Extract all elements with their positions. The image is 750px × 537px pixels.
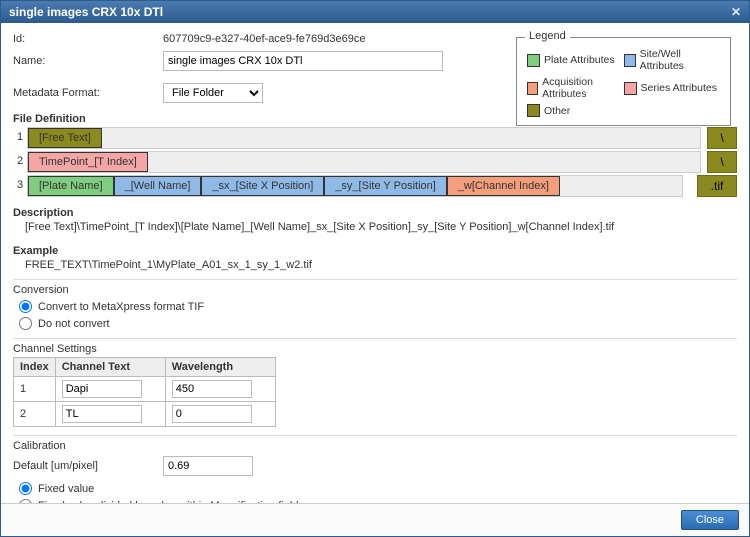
example-text: FREE_TEXT\TimePoint_1\MyPlate_A01_sx_1_s…	[25, 259, 737, 271]
wavelength-input[interactable]	[172, 380, 252, 398]
table-row: 2	[14, 402, 276, 427]
dialog-title: single images CRX 10x DTl	[9, 5, 163, 19]
name-input[interactable]	[163, 51, 443, 71]
legend-other: Other	[527, 104, 624, 117]
id-label: Id:	[13, 33, 163, 45]
legend-box: Legend Plate Attributes Site/Well Attrib…	[516, 37, 731, 126]
calibration-radio-fixed[interactable]	[19, 482, 32, 495]
default-um-pixel-label: Default [um/pixel]	[13, 460, 163, 472]
dialog-window: single images CRX 10x DTl ✕ Legend Plate…	[0, 0, 750, 537]
default-um-pixel-input[interactable]	[163, 456, 253, 476]
channel-settings-section: Channel Settings Index Channel Text Wave…	[13, 338, 737, 427]
channel-table: Index Channel Text Wavelength 1 2	[13, 357, 276, 427]
metadata-format-select[interactable]: File Folder	[163, 83, 263, 103]
token-timepoint[interactable]: TimePoint_[T Index]	[28, 152, 148, 172]
description-text: [Free Text]\TimePoint_[T Index]\[Plate N…	[25, 221, 737, 233]
token-track: [Free Text]	[27, 127, 701, 149]
content-area: Legend Plate Attributes Site/Well Attrib…	[1, 23, 749, 503]
token-site-y[interactable]: _sy_[Site Y Position]	[324, 176, 447, 196]
token-channel-index[interactable]: _w[Channel Index]	[447, 176, 560, 196]
conversion-section: Conversion Convert to MetaXpress format …	[13, 279, 737, 330]
file-def-row-2: 2 TimePoint_[T Index] \	[13, 151, 737, 173]
token-track: [Plate Name] _[Well Name] _sx_[Site X Po…	[27, 175, 683, 197]
calibration-header: Calibration	[13, 440, 737, 452]
cell-index: 1	[14, 377, 56, 402]
legend-plate: Plate Attributes	[527, 48, 624, 72]
legend-title: Legend	[525, 30, 570, 42]
description-header: Description	[13, 207, 737, 219]
token-free-text[interactable]: [Free Text]	[28, 128, 102, 148]
footer: Close	[1, 503, 749, 536]
path-separator: \	[707, 127, 737, 149]
square-icon	[624, 54, 636, 67]
example-header: Example	[13, 245, 737, 257]
token-site-x[interactable]: _sx_[Site X Position]	[201, 176, 324, 196]
channel-text-input[interactable]	[62, 380, 142, 398]
name-label: Name:	[13, 55, 163, 67]
legend-acq: Acquisition Attributes	[527, 76, 624, 100]
conversion-opt1-label: Convert to MetaXpress format TIF	[38, 301, 204, 313]
conversion-header: Conversion	[13, 284, 737, 296]
row-index: 2	[13, 151, 27, 173]
col-channel-text: Channel Text	[55, 358, 165, 377]
extension-box: .tif	[697, 175, 737, 197]
row-index: 1	[13, 127, 27, 149]
square-icon	[527, 54, 540, 67]
conversion-opt2-label: Do not convert	[38, 318, 110, 330]
col-index: Index	[14, 358, 56, 377]
channel-text-input[interactable]	[62, 405, 142, 423]
channel-settings-header: Channel Settings	[13, 343, 737, 355]
wavelength-input[interactable]	[172, 405, 252, 423]
square-icon	[527, 104, 540, 117]
square-icon	[527, 82, 538, 95]
table-row: 1	[14, 377, 276, 402]
conversion-radio-none[interactable]	[19, 317, 32, 330]
cell-index: 2	[14, 402, 56, 427]
id-value: 607709c9-e327-40ef-ace9-fe769d3e69ce	[163, 33, 365, 45]
legend-series: Series Attributes	[624, 76, 721, 100]
file-def-row-3: 3 [Plate Name] _[Well Name] _sx_[Site X …	[13, 175, 737, 197]
square-icon	[624, 82, 637, 95]
conversion-radio-convert[interactable]	[19, 300, 32, 313]
token-track: TimePoint_[T Index]	[27, 151, 701, 173]
file-def-row-1: 1 [Free Text] \	[13, 127, 737, 149]
metadata-label: Metadata Format:	[13, 87, 163, 99]
token-well-name[interactable]: _[Well Name]	[114, 176, 202, 196]
path-separator: \	[707, 151, 737, 173]
calibration-opt1-label: Fixed value	[38, 483, 94, 495]
col-wavelength: Wavelength	[165, 358, 275, 377]
titlebar: single images CRX 10x DTl ✕	[1, 1, 749, 23]
token-plate-name[interactable]: [Plate Name]	[28, 176, 114, 196]
close-icon[interactable]: ✕	[731, 5, 741, 19]
calibration-section: Calibration Default [um/pixel] Fixed val…	[13, 435, 737, 503]
legend-site: Site/Well Attributes	[624, 48, 721, 72]
row-index: 3	[13, 175, 27, 197]
close-button[interactable]: Close	[681, 510, 739, 530]
